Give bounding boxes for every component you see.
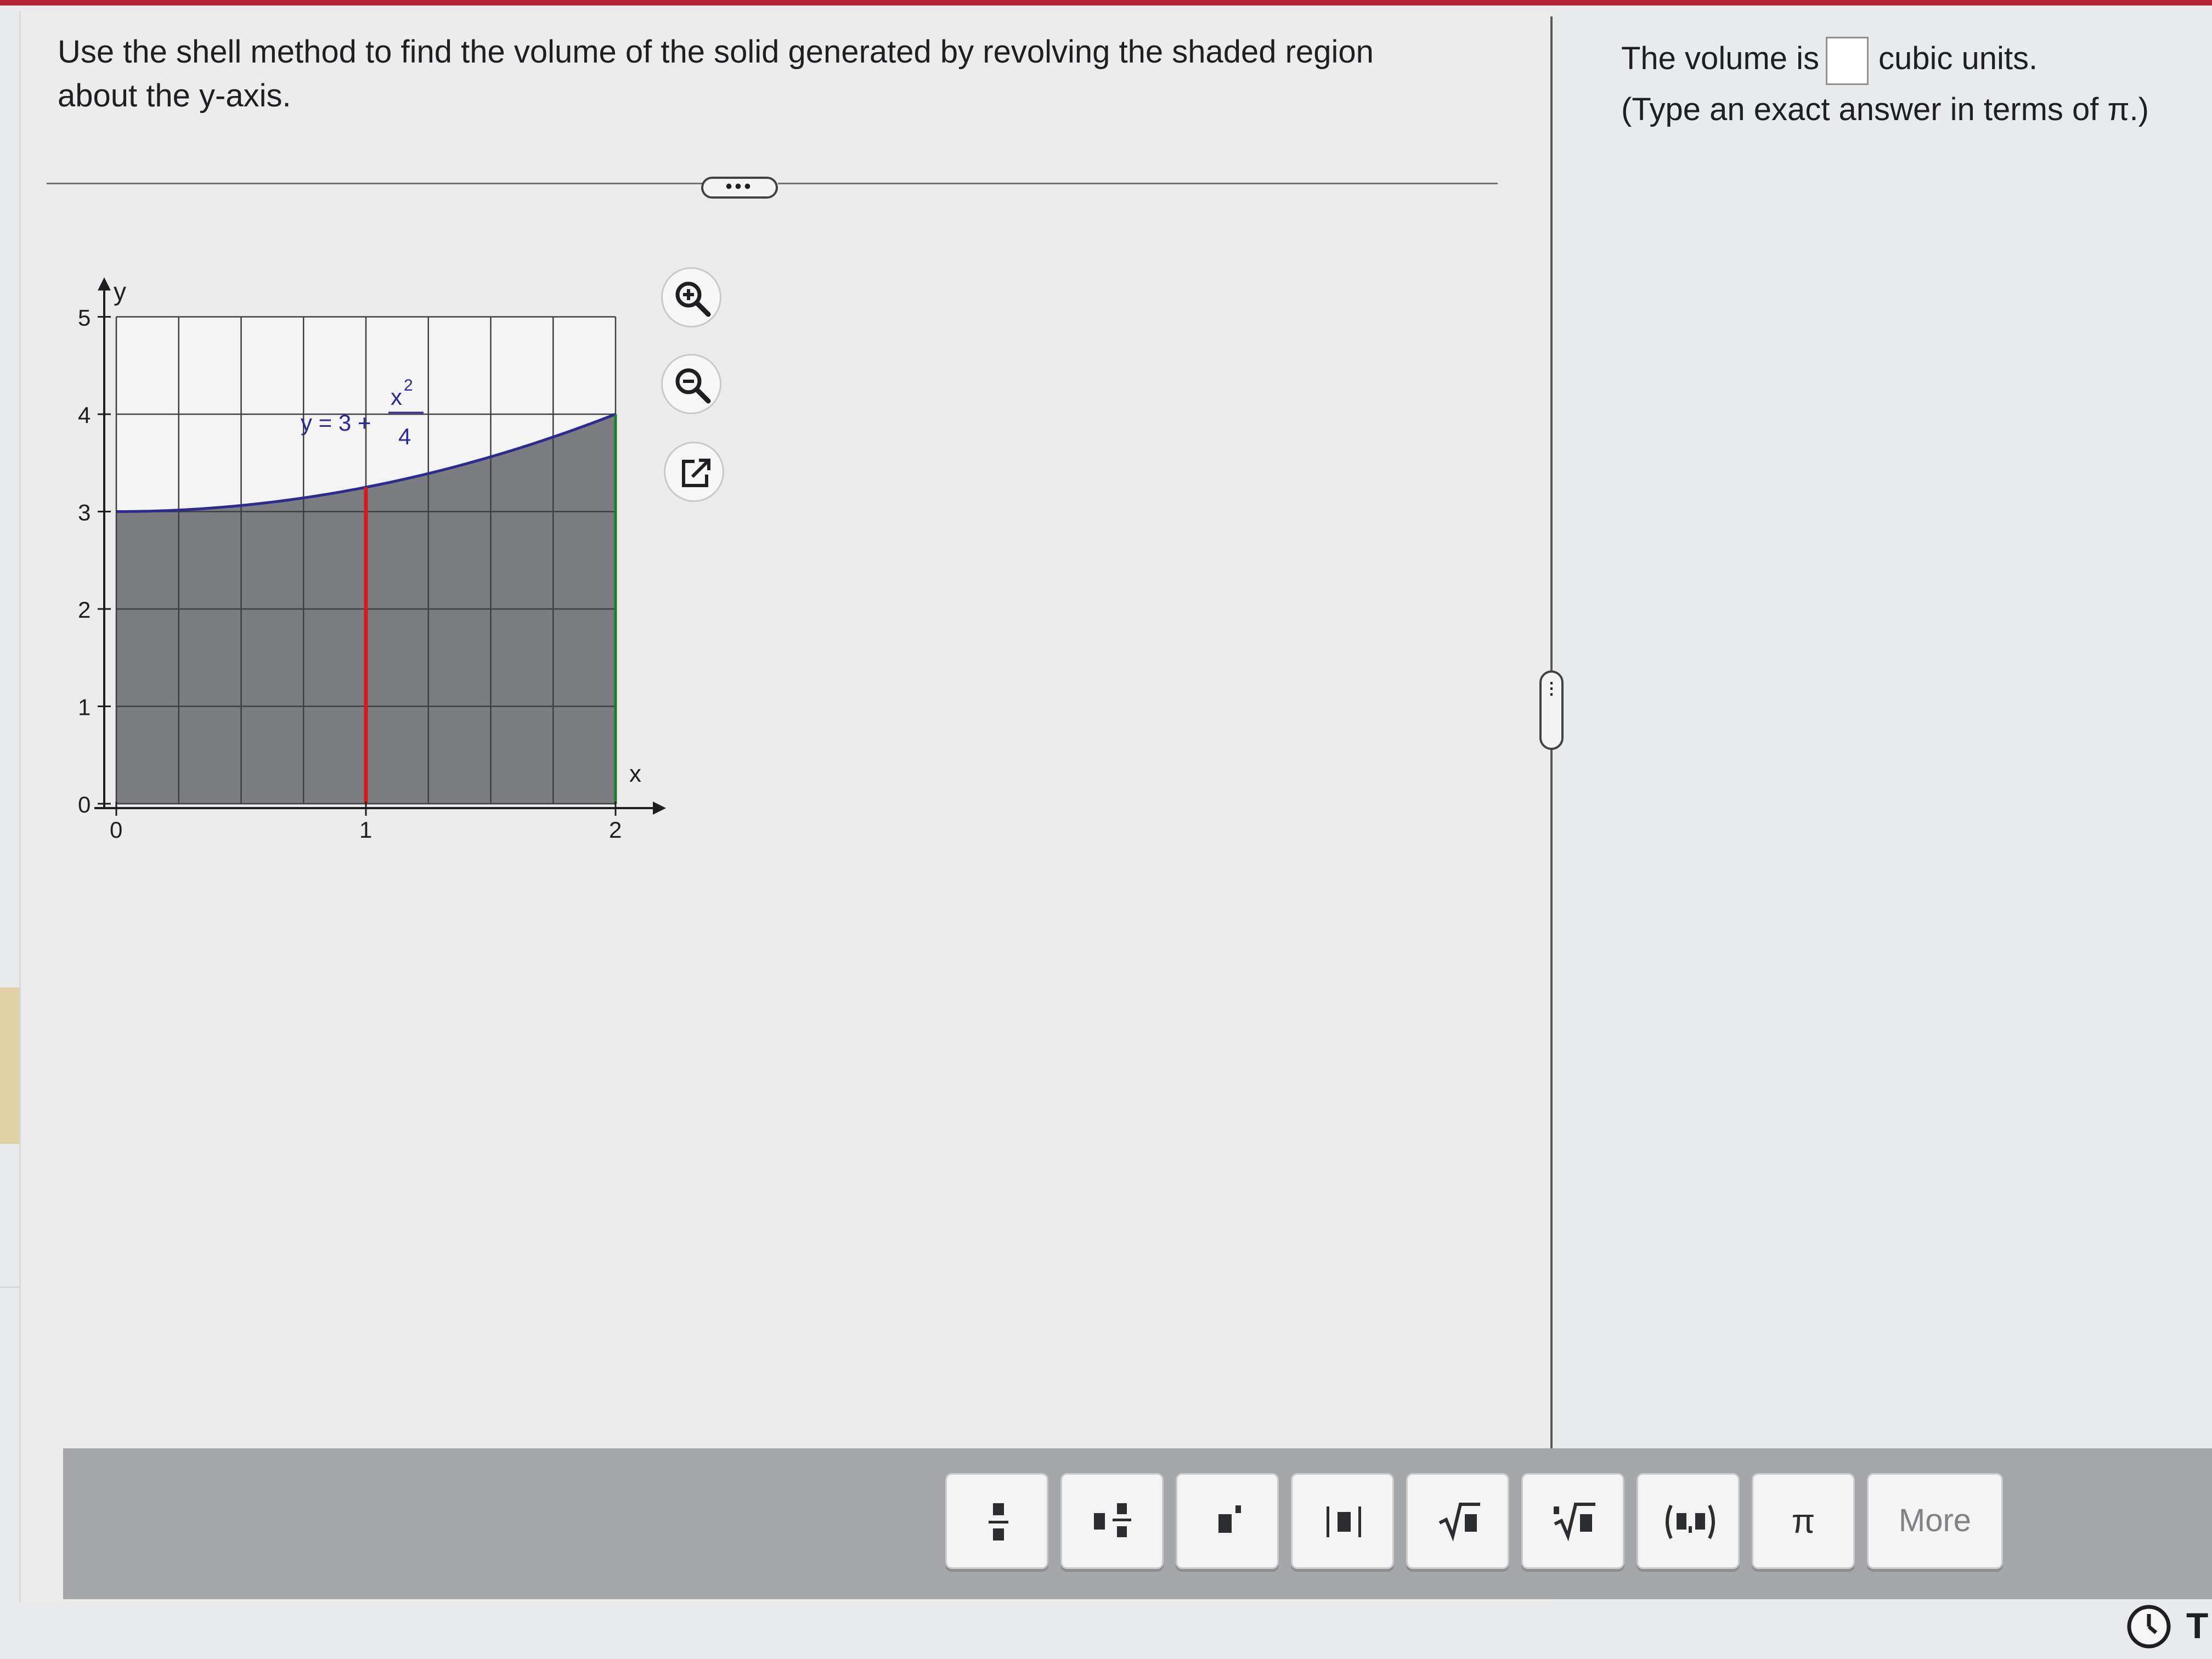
answer-area: The volume is cubic units. (Type an exact… — [1621, 34, 2149, 134]
x-axis-label: x — [629, 760, 641, 787]
zoom-out-button[interactable] — [661, 354, 721, 414]
nth-root-button[interactable] — [1521, 1473, 1624, 1569]
timer-label: T — [2186, 1605, 2209, 1646]
answer-prefix: The volume is — [1621, 41, 1820, 76]
zoom-in-icon — [675, 281, 711, 317]
square-root-icon — [1438, 1503, 1480, 1542]
curve-label-exponent: 2 — [404, 376, 413, 394]
clock-icon[interactable] — [2124, 1602, 2174, 1651]
nth-root-icon — [1554, 1503, 1595, 1542]
x-tick-label: 2 — [609, 817, 622, 843]
question-line-2: about the y-axis. — [58, 78, 291, 114]
pi-button[interactable]: π — [1752, 1473, 1855, 1569]
curve-label-denominator: 4 — [398, 424, 411, 449]
y-tick-label: 3 — [78, 500, 91, 526]
y-tick-label: 5 — [78, 305, 91, 331]
zoom-out-icon — [675, 368, 711, 404]
mixed-number-icon — [1094, 1503, 1131, 1537]
more-button[interactable]: More — [1867, 1473, 2003, 1569]
top-accent-bar — [0, 0, 2212, 5]
separator-right — [778, 183, 1498, 184]
square-root-button[interactable] — [1406, 1473, 1509, 1569]
zoom-in-button[interactable] — [661, 267, 721, 328]
y-tick-label: 0 — [78, 792, 91, 817]
fraction-icon — [989, 1503, 1008, 1541]
separator-left — [47, 183, 702, 184]
mixed-number-button[interactable] — [1060, 1473, 1164, 1569]
absolute-value-button[interactable] — [1291, 1473, 1394, 1569]
external-link-icon — [682, 459, 710, 487]
more-label: More — [1898, 1503, 1972, 1538]
ordered-pair-button[interactable] — [1637, 1473, 1740, 1569]
question-text: Use the shell method to find the volume … — [58, 30, 1457, 118]
x-tick-label: 0 — [110, 817, 122, 843]
y-axis-label: y — [114, 278, 126, 306]
curve-label-left: y = 3 + — [301, 410, 371, 436]
exponent-icon — [1218, 1505, 1241, 1533]
absolute-value-icon — [1327, 1506, 1361, 1537]
exponent-button[interactable] — [1176, 1473, 1279, 1569]
popout-graph-button[interactable] — [664, 442, 724, 502]
answer-suffix: cubic units. — [1878, 41, 2038, 76]
ordered-pair-icon — [1666, 1504, 1715, 1539]
fraction-button[interactable] — [945, 1473, 1048, 1569]
x-tick-label: 1 — [359, 817, 372, 843]
y-tick-label: 1 — [78, 695, 91, 720]
y-tick-label: 2 — [78, 597, 91, 623]
region-graph: 5 4 3 2 1 00 1 2 y x y = 3 + x 2 4 — [78, 277, 666, 843]
expand-toggle-button[interactable]: ••• — [701, 177, 778, 199]
y-tick-label: 4 — [78, 402, 91, 428]
pane-resize-handle[interactable]: ⋮ — [1539, 670, 1564, 750]
question-line-1: Use the shell method to find the volume … — [58, 34, 1374, 70]
volume-answer-input[interactable] — [1826, 36, 1869, 85]
pi-label: π — [1791, 1503, 1815, 1541]
curve-label-numerator: x — [391, 384, 402, 410]
answer-hint: (Type an exact answer in terms of π.) — [1621, 91, 2149, 127]
